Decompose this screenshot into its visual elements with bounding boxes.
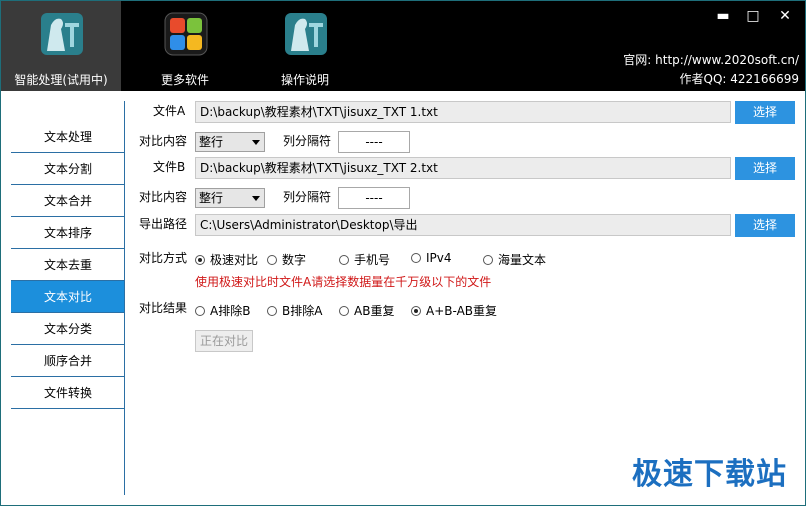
result-radio-a-minus-b[interactable]: A排除B [195, 302, 250, 319]
file-a-label: 文件A [153, 104, 186, 118]
chevron-down-icon [252, 140, 260, 145]
radio-selected-icon [411, 306, 421, 316]
sidebar-item-text-classify[interactable]: 文本分类 [11, 313, 125, 345]
watermark-logo: 极速下载站 [632, 457, 787, 492]
sidebar-item-text-compare[interactable]: 文本对比 [11, 281, 125, 313]
author-qq-text: 作者QQ: 422166699 [679, 72, 799, 86]
method-radio-massive[interactable]: 海量文本 [483, 251, 546, 268]
minimize-button[interactable]: ▬ [713, 7, 733, 25]
method-radio-fast[interactable]: 极速对比 [195, 251, 258, 268]
toolbar-instructions[interactable]: 操作说明 [245, 1, 365, 91]
chevron-down-icon [252, 196, 260, 201]
statue-t-icon [41, 13, 83, 55]
radio-unselected-icon [267, 306, 277, 316]
sidebar: 文本处理 文本分割 文本合并 文本排序 文本去重 文本对比 文本分类 顺序合并 … [11, 121, 125, 409]
hint-text: 使用极速对比时文件A请选择数据量在千万级以下的文件 [195, 275, 492, 289]
statue-t-icon [285, 13, 327, 55]
maximize-button[interactable]: □ [743, 7, 763, 25]
file-a-path-input[interactable]: D:\backup\教程素材\TXT\jisuxz_TXT 1.txt [195, 101, 731, 123]
radio-unselected-icon [267, 255, 277, 265]
export-path-input[interactable]: C:\Users\Administrator\Desktop\导出 [195, 214, 731, 236]
compare-method-label: 对比方式 [139, 251, 188, 265]
compare-content-label: 对比内容 [139, 190, 188, 204]
file-b-path-input[interactable]: D:\backup\教程素材\TXT\jisuxz_TXT 2.txt [195, 157, 731, 179]
radio-unselected-icon [411, 253, 421, 263]
radio-label: 手机号 [354, 253, 391, 267]
radio-unselected-icon [483, 255, 493, 265]
result-radio-union-minus-dup[interactable]: A+B-AB重复 [411, 302, 497, 319]
compare-content-dropdown-a[interactable]: 整行 [195, 132, 265, 152]
radio-selected-icon [195, 255, 205, 265]
radio-label: AB重复 [354, 304, 395, 318]
sidebar-item-text-split[interactable]: 文本分割 [11, 153, 125, 185]
compare-content-label: 对比内容 [139, 134, 188, 148]
sidebar-item-text-merge[interactable]: 文本合并 [11, 185, 125, 217]
sidebar-item-file-convert[interactable]: 文件转换 [11, 377, 125, 409]
toolbar-label: 更多软件 [160, 73, 209, 87]
radio-unselected-icon [339, 255, 349, 265]
result-radio-ab-dup[interactable]: AB重复 [339, 302, 394, 319]
sidebar-item-text-process[interactable]: 文本处理 [11, 121, 125, 153]
toolbar-label: 操作说明 [280, 73, 329, 87]
column-sep-label: 列分隔符 [283, 190, 332, 204]
file-b-select-button[interactable]: 选择 [735, 157, 795, 180]
dropdown-value: 整行 [199, 135, 224, 149]
dropdown-value: 整行 [199, 191, 224, 205]
export-select-button[interactable]: 选择 [735, 214, 795, 237]
toolbar-smart-process[interactable]: 智能处理(试用中) [1, 1, 121, 91]
radio-label: A排除B [210, 304, 251, 318]
radio-label: 极速对比 [210, 253, 259, 267]
toolbar-label: 智能处理(试用中) [14, 73, 108, 87]
column-sep-input-a[interactable]: ---- [338, 131, 410, 153]
top-toolbar: 智能处理(试用中) 更多软件 操作说明 ▬ □ ✕ 官网: http://www… [1, 1, 805, 91]
method-radio-ipv4[interactable]: IPv4 [411, 251, 452, 265]
column-sep-input-b[interactable]: ---- [338, 187, 410, 209]
compare-content-dropdown-b[interactable]: 整行 [195, 188, 265, 208]
radio-label: 海量文本 [498, 253, 547, 267]
radio-label: A+B-AB重复 [426, 304, 498, 318]
radio-label: 数字 [282, 253, 307, 267]
file-b-label: 文件B [153, 160, 186, 174]
export-path-label: 导出路径 [139, 217, 188, 231]
radio-label: B排除A [282, 304, 323, 318]
file-a-select-button[interactable]: 选择 [735, 101, 795, 124]
radio-unselected-icon [339, 306, 349, 316]
app-window: 智能处理(试用中) 更多软件 操作说明 ▬ □ ✕ 官网: http://www… [0, 0, 806, 506]
close-button[interactable]: ✕ [775, 7, 795, 25]
result-radio-b-minus-a[interactable]: B排除A [267, 302, 322, 319]
radio-unselected-icon [195, 306, 205, 316]
sidebar-item-order-merge[interactable]: 顺序合并 [11, 345, 125, 377]
sidebar-item-text-sort[interactable]: 文本排序 [11, 217, 125, 249]
sidebar-item-text-dedupe[interactable]: 文本去重 [11, 249, 125, 281]
toolbar-more-software[interactable]: 更多软件 [125, 1, 245, 91]
windows-tiles-icon [164, 12, 208, 56]
method-radio-number[interactable]: 数字 [267, 251, 306, 268]
method-radio-phone[interactable]: 手机号 [339, 251, 390, 268]
comparing-button[interactable]: 正在对比 [195, 330, 253, 352]
sidebar-divider [124, 101, 125, 495]
radio-label: IPv4 [426, 251, 452, 265]
column-sep-label: 列分隔符 [283, 134, 332, 148]
compare-result-label: 对比结果 [139, 301, 188, 315]
website-text: 官网: http://www.2020soft.cn/ [623, 53, 799, 67]
